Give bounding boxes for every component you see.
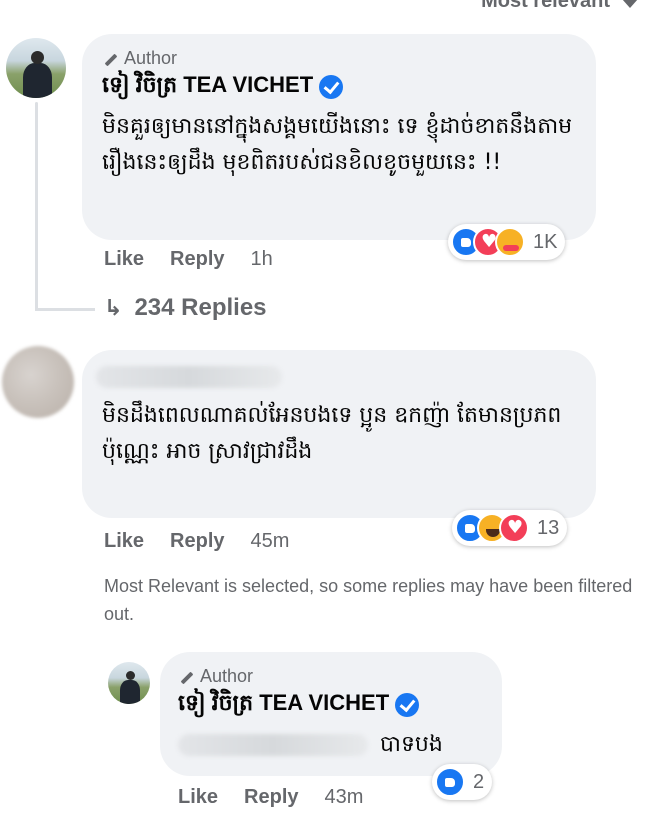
reaction-count: 2 — [473, 770, 485, 793]
view-replies-link[interactable]: ↳ 234 Replies — [104, 294, 267, 322]
commenter-name[interactable]: ទៀ វិចិត្រ TEA VICHET — [102, 71, 313, 103]
like-reaction-icon — [435, 767, 465, 797]
verified-badge-icon — [319, 75, 344, 99]
reaction-summary[interactable]: 13 — [452, 510, 568, 546]
avatar[interactable] — [6, 38, 66, 98]
reply-button[interactable]: Reply — [170, 248, 224, 271]
sort-dropdown[interactable]: Most relevant — [481, 0, 638, 13]
tagged-name-redacted — [178, 734, 368, 756]
chevron-down-icon — [622, 0, 638, 8]
reaction-count: 13 — [537, 516, 560, 539]
commenter-name-redacted — [96, 366, 282, 388]
timestamp[interactable]: 43m — [325, 786, 364, 809]
like-button[interactable]: Like — [178, 786, 218, 809]
comment-text: មិនដឹងពេលណាគល់អែនបងទេ ប្អូន ឧកញ៉ា តែមានប… — [102, 403, 562, 464]
reply-message: បាទបង — [380, 732, 443, 757]
avatar[interactable] — [2, 346, 74, 418]
care-reaction-icon — [495, 227, 525, 257]
timestamp[interactable]: 1h — [251, 248, 273, 271]
comment-actions: Like Reply 1h — [104, 248, 273, 271]
comment-actions: Like Reply 45m — [104, 530, 289, 553]
verified-badge-icon — [395, 693, 420, 717]
author-badge: Author — [178, 666, 484, 687]
filter-notice: Most Relevant is selected, so some repli… — [104, 576, 633, 624]
author-badge: Author — [102, 48, 576, 69]
reply-bubble: Author ទៀ វិចិត្រ TEA VICHET បាទបង — [160, 652, 502, 776]
love-reaction-icon — [499, 513, 529, 543]
pen-icon — [102, 51, 118, 67]
pen-icon — [178, 669, 194, 685]
comment-bubble: Author ទៀ វិចិត្រ TEA VICHET មិនគួរឲ្យមា… — [82, 34, 596, 240]
timestamp[interactable]: 45m — [251, 530, 290, 553]
reply-arrow-icon: ↳ — [104, 295, 123, 321]
reply-button[interactable]: Reply — [244, 786, 298, 809]
reaction-summary[interactable]: 1K — [448, 224, 566, 260]
reply-button[interactable]: Reply — [170, 530, 224, 553]
thread-line — [35, 102, 38, 310]
author-label: Author — [200, 666, 254, 686]
author-label: Author — [124, 48, 178, 68]
like-button[interactable]: Like — [104, 530, 144, 553]
reaction-summary[interactable]: 2 — [432, 764, 493, 800]
like-button[interactable]: Like — [104, 248, 144, 271]
commenter-name[interactable]: ទៀ វិចិត្រ TEA VICHET — [178, 689, 389, 721]
avatar[interactable] — [108, 662, 150, 704]
thread-line-branch — [35, 308, 95, 311]
sort-label: Most relevant — [481, 0, 610, 12]
replies-label: 234 Replies — [134, 294, 267, 321]
reply-text: បាទបង — [178, 727, 484, 763]
comment-text: មិនគួរឲ្យមាននៅក្នុងសង្គមយើងនោះ ទេ ខ្ញុំដ… — [102, 114, 573, 175]
reply-actions: Like Reply 43m — [178, 786, 363, 809]
reaction-count: 1K — [533, 230, 558, 253]
